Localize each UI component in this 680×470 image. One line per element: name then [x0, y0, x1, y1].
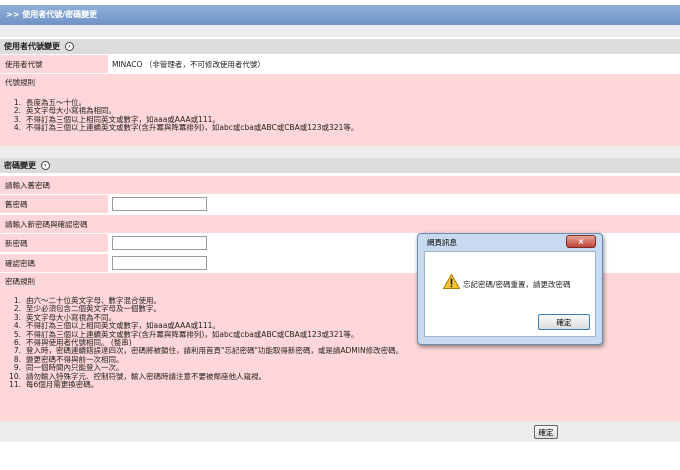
userid-section-heading: 使用者代號變更 › — [0, 39, 680, 54]
userid-row: 使用者代號 MINACO （非管理者，不可修改使用者代號） — [0, 55, 680, 73]
new-password-prompt: 請輸入新密碼與確認密碼 — [0, 215, 680, 233]
expand-icon[interactable]: › — [40, 161, 50, 170]
spacer-bar — [0, 25, 680, 37]
rule-number: 1. — [13, 296, 21, 305]
rule-number: 3. — [13, 312, 21, 322]
warning-icon — [443, 274, 460, 289]
password-rules-title: 密碼規則 — [5, 277, 35, 286]
confirm-button[interactable]: 確定 — [534, 425, 558, 439]
rule-number: 7. — [13, 346, 21, 356]
spacer-bar — [0, 146, 680, 158]
rule-item: 11. 每6個月需更換密碼。 — [0, 379, 403, 389]
userid-value: MINACO （非管理者，不可修改使用者代號） — [112, 59, 265, 69]
rule-text: 每6個月需更換密碼。 — [26, 379, 99, 389]
password-heading-text: 密碼變更 — [4, 161, 36, 170]
expand-icon[interactable]: › — [64, 42, 74, 51]
old-password-row: 舊密碼 — [0, 195, 680, 213]
rule-number: 11. — [9, 379, 21, 389]
password-section-heading: 密碼變更 › — [0, 158, 680, 173]
new-password-prompt-text: 請輸入新密碼與確認密碼 — [5, 219, 88, 229]
confirm-password-label: 確認密碼 — [5, 258, 35, 268]
rule-number: 3. — [13, 114, 21, 124]
dialog-body: 忘記密碼/密碼重置，請更改密碼 確定 — [424, 251, 596, 337]
new-password-input[interactable] — [112, 236, 207, 250]
dialog-title: 網頁訊息 — [427, 238, 457, 247]
footer-bar — [0, 421, 680, 442]
old-password-label: 舊密碼 — [5, 199, 28, 209]
old-password-prompt-text: 請輸入舊密碼 — [5, 180, 50, 190]
page-title: >> 使用者代號/密碼變更 — [0, 5, 680, 25]
userid-rules: 代號規則 1. 長度為五～十位。 2. 英文字母大小寫視為相同。 3. 不得訂為三個以上相… — [0, 74, 680, 146]
old-password-prompt: 請輸入舊密碼 — [0, 176, 680, 194]
dialog-ok-button[interactable]: 確定 — [538, 314, 590, 330]
rule-number: 2. — [13, 106, 21, 116]
rule-text: 不得訂為三個以上連續英文或數字(含升冪與降冪排列)，如abc或cba或ABC或C… — [26, 123, 359, 133]
close-icon[interactable]: × — [566, 235, 596, 248]
rule-item: 4. 不得訂為三個以上連續英文或數字(含升冪與降冪排列)，如abc或cba或ABC… — [0, 123, 359, 133]
rule-number: 4. — [13, 123, 21, 133]
old-password-input[interactable] — [112, 197, 207, 211]
rule-number: 4. — [13, 321, 21, 331]
rule-number: 8. — [13, 354, 21, 364]
dialog-message: 忘記密碼/密碼重置，請更改密碼 — [463, 280, 571, 289]
rule-number: 5. — [13, 329, 21, 339]
userid-rules-list: 1. 長度為五～十位。 2. 英文字母大小寫視為相同。 3. 不得訂為三個以上相同英文或數… — [0, 98, 359, 133]
userid-heading-text: 使用者代號變更 — [4, 42, 60, 51]
rule-number: 6. — [13, 337, 21, 347]
password-rules-list: 1. 由六～二十位英文字母、數字混合使用。 2. 至少必須包含二個英文字母及一個數字。… — [0, 296, 403, 389]
userid-rules-title: 代號規則 — [5, 78, 35, 87]
rule-number: 2. — [13, 304, 21, 314]
alert-dialog: 網頁訊息 × 忘記密碼/密碼重置，請更改密碼 確定 — [417, 233, 603, 345]
confirm-password-input[interactable] — [112, 256, 207, 270]
userid-label: 使用者代號 — [5, 59, 43, 69]
rule-number: 1. — [13, 98, 21, 107]
new-password-label: 新密碼 — [5, 238, 28, 248]
